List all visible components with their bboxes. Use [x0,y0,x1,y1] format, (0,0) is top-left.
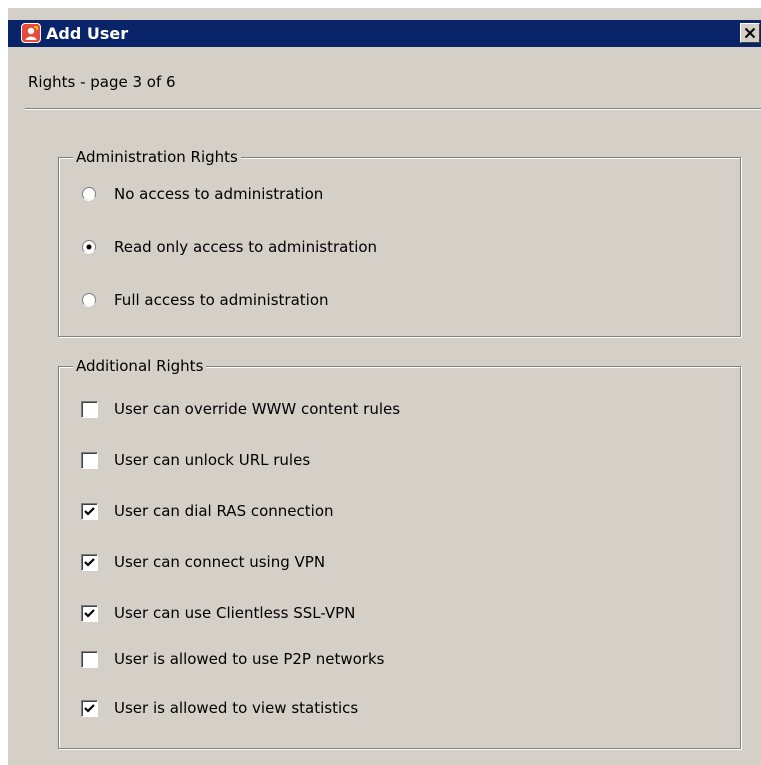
close-icon [744,27,756,39]
checkbox-label: User can unlock URL rules [114,451,311,469]
checkbox-label: User can use Clientless SSL-VPN [114,604,356,622]
radio-button-icon[interactable] [81,186,97,202]
administration-rights-legend: Administration Rights [73,146,241,168]
checkmark-icon [84,558,95,567]
checkbox[interactable] [81,401,98,418]
administration-rights-group: Administration Rights No access to admin… [58,146,741,337]
window-title: Add User [46,24,129,43]
app-logo-icon [21,23,41,43]
checkbox-label: User is allowed to view statistics [114,699,359,717]
title-bar[interactable]: Add User [8,20,761,47]
checkmark-icon [84,704,95,713]
checkmark-icon [84,609,95,618]
checkbox[interactable] [81,452,98,469]
radio-button-icon[interactable] [81,239,97,255]
checkbox[interactable] [81,700,98,717]
radio-button-icon[interactable] [81,292,97,308]
checkmark-icon [84,507,95,516]
checkbox-label: User can override WWW content rules [114,400,401,418]
radio-label: No access to administration [114,185,324,203]
radio-label: Full access to administration [114,291,329,309]
checkbox-label: User can dial RAS connection [114,502,334,520]
checkbox[interactable] [81,554,98,571]
checkbox[interactable] [81,503,98,520]
close-button[interactable] [740,23,760,43]
checkbox-label: User can connect using VPN [114,553,326,571]
add-user-dialog: Add User Rights - page 3 of 6 Administra… [7,7,761,765]
radio-label: Read only access to administration [114,238,378,256]
checkbox-label: User is allowed to use P2P networks [114,650,385,668]
checkbox[interactable] [81,605,98,622]
additional-rights-group: Additional Rights User can override WWW … [58,355,741,749]
additional-rights-legend: Additional Rights [73,355,207,377]
page-title: Rights - page 3 of 6 [28,73,176,91]
checkbox[interactable] [81,651,98,668]
heading-separator [25,108,761,110]
